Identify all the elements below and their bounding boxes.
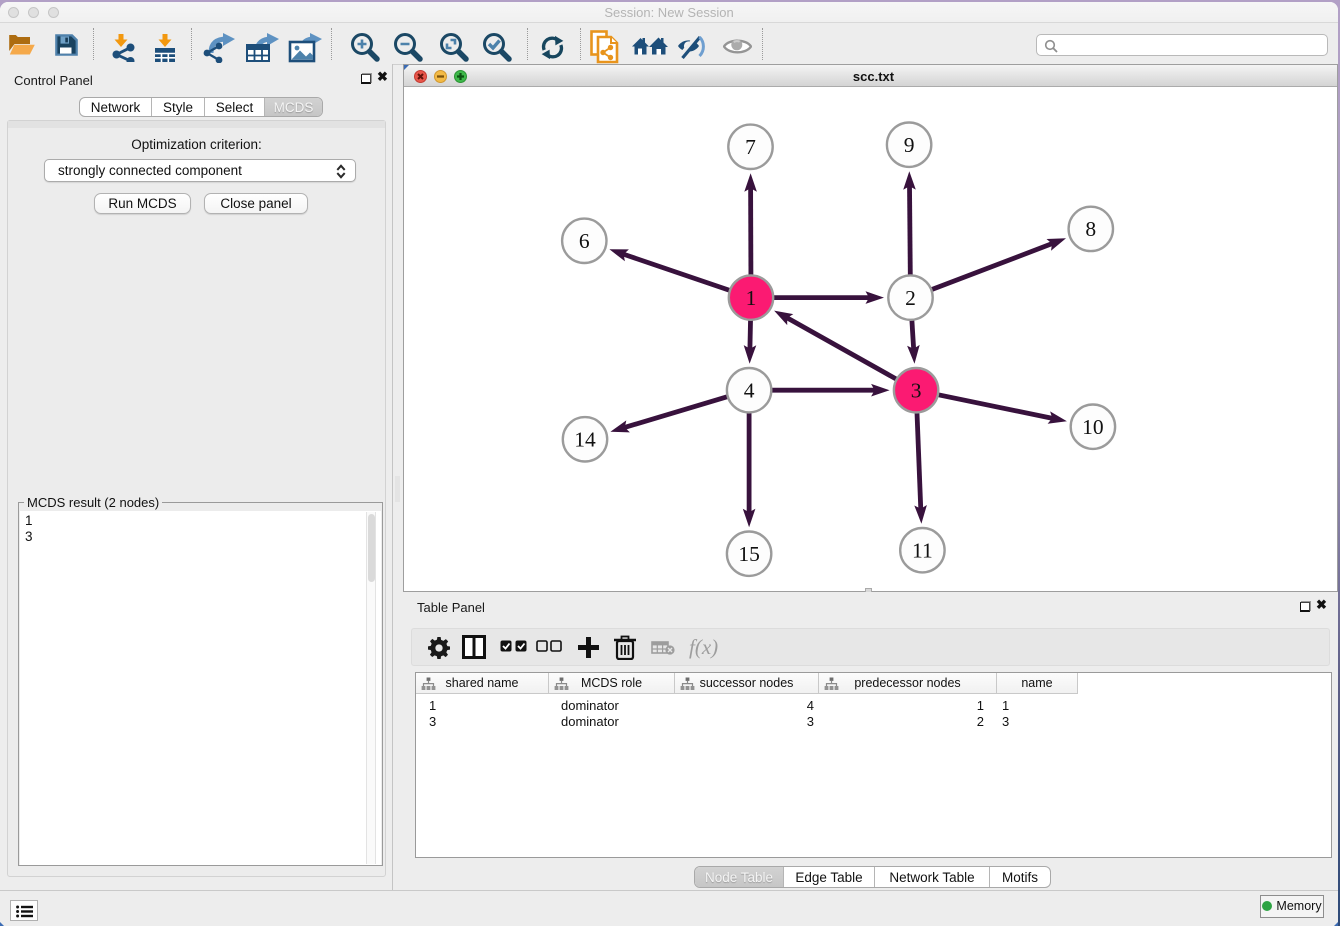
svg-text:3: 3 (911, 378, 922, 402)
svg-text:11: 11 (912, 538, 933, 562)
svg-text:15: 15 (738, 542, 760, 566)
svg-text:8: 8 (1085, 217, 1096, 241)
svg-text:2: 2 (905, 286, 916, 310)
svg-text:9: 9 (904, 133, 915, 157)
svg-text:14: 14 (574, 428, 596, 452)
svg-text:4: 4 (744, 378, 755, 402)
svg-text:1: 1 (746, 286, 757, 310)
svg-text:7: 7 (745, 135, 756, 159)
svg-text:10: 10 (1082, 415, 1104, 439)
svg-text:6: 6 (579, 229, 590, 253)
